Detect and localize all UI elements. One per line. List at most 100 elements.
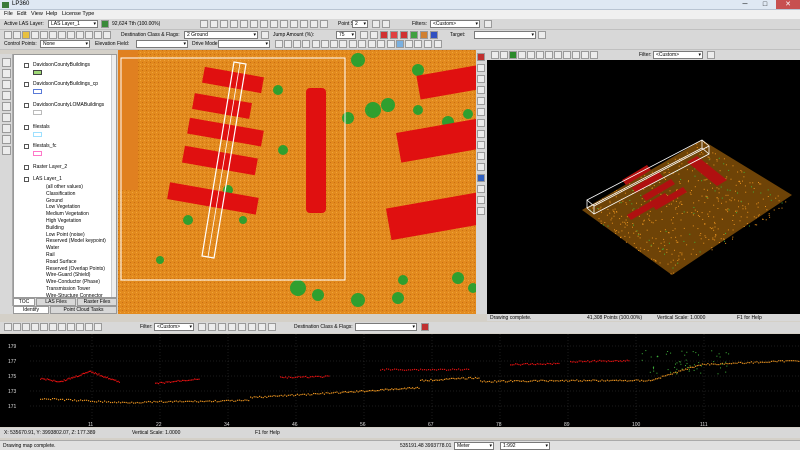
menu-file[interactable]: File bbox=[4, 11, 13, 17]
toc-class-item[interactable]: Medium Vegetation bbox=[46, 211, 89, 217]
minimize-button[interactable]: ─ bbox=[735, 0, 755, 9]
profile-icon[interactable] bbox=[76, 31, 84, 39]
erase-icon[interactable] bbox=[40, 31, 48, 39]
layers-icon[interactable] bbox=[405, 40, 413, 48]
redo-icon[interactable] bbox=[94, 31, 102, 39]
profile-tool-icon[interactable] bbox=[40, 323, 48, 331]
undo-icon[interactable] bbox=[85, 31, 93, 39]
profile-tool-icon[interactable] bbox=[218, 323, 226, 331]
toc-class-item[interactable]: Classification bbox=[46, 191, 75, 197]
measure-icon[interactable] bbox=[103, 31, 111, 39]
side-tool-icon[interactable] bbox=[477, 119, 485, 127]
tab-identify[interactable]: Identify bbox=[13, 306, 49, 314]
settings-icon[interactable] bbox=[414, 40, 422, 48]
3d-light-icon[interactable] bbox=[590, 51, 598, 59]
3d-view-icon[interactable] bbox=[545, 51, 553, 59]
side-tool-icon[interactable] bbox=[477, 97, 485, 105]
3d-filter-select[interactable]: <Custom> bbox=[653, 51, 703, 59]
units-select[interactable]: Meter bbox=[454, 442, 494, 450]
3d-size-icon[interactable] bbox=[581, 51, 589, 59]
3d-filter-edit-icon[interactable] bbox=[707, 51, 715, 59]
side-tool-icon[interactable] bbox=[477, 185, 485, 193]
menu-edit[interactable]: Edit bbox=[17, 11, 26, 17]
maximize-button[interactable]: □ bbox=[755, 0, 775, 9]
filters-select[interactable]: <Custom> bbox=[430, 20, 480, 28]
rotate-icon[interactable] bbox=[368, 40, 376, 48]
profile-tool-icon[interactable] bbox=[85, 323, 93, 331]
image-icon[interactable] bbox=[240, 20, 248, 28]
side-tool-icon[interactable] bbox=[477, 86, 485, 94]
profile-view[interactable]: 179 177 175 173 171 11 22 34 46 56 67 78 89 100 111 bbox=[0, 334, 800, 427]
zoom-icon[interactable] bbox=[200, 20, 208, 28]
toc-checkbox-checked[interactable] bbox=[24, 177, 29, 182]
tab-point-cloud-tasks[interactable]: Point Cloud Tasks bbox=[50, 306, 117, 314]
scale-select[interactable]: 1:992 bbox=[500, 442, 550, 450]
toc-class-item[interactable]: Water bbox=[46, 245, 59, 251]
toc-class-item[interactable]: Transmission Tower bbox=[46, 286, 90, 292]
filter-a-icon[interactable] bbox=[372, 20, 380, 28]
active-las-select[interactable]: LAS Layer_1 bbox=[48, 20, 98, 28]
toc-class-item[interactable]: Building bbox=[46, 225, 64, 231]
pan-tool-icon[interactable] bbox=[2, 80, 11, 89]
side-tool-icon[interactable] bbox=[477, 141, 485, 149]
profile-tool-icon[interactable] bbox=[4, 323, 12, 331]
fence-icon[interactable] bbox=[67, 31, 75, 39]
drive-mode-select[interactable] bbox=[218, 40, 270, 48]
toc-class-item[interactable]: Reserved (Overlap Points) bbox=[46, 266, 105, 272]
cube-icon[interactable] bbox=[230, 20, 238, 28]
3d-rotate-icon[interactable] bbox=[500, 51, 508, 59]
select-icon[interactable] bbox=[13, 31, 21, 39]
forward-extent-icon[interactable] bbox=[2, 113, 11, 122]
3d-view[interactable] bbox=[487, 60, 800, 314]
3d-fit-icon[interactable] bbox=[536, 51, 544, 59]
print-icon[interactable] bbox=[434, 40, 442, 48]
grid-icon[interactable] bbox=[220, 20, 228, 28]
pan-icon[interactable] bbox=[210, 20, 218, 28]
lasso-icon[interactable] bbox=[49, 31, 57, 39]
profile-tool-icon[interactable] bbox=[13, 323, 21, 331]
toc-class-item[interactable]: Wire-Conductor (Phase) bbox=[46, 279, 100, 285]
control-points-select[interactable]: None bbox=[40, 40, 90, 48]
elevation-field-select[interactable] bbox=[136, 40, 188, 48]
class-veg-icon[interactable] bbox=[410, 31, 418, 39]
building-icon[interactable] bbox=[380, 31, 388, 39]
toc-class-item[interactable]: Road Surface bbox=[46, 259, 77, 265]
side-tool-icon[interactable] bbox=[477, 207, 485, 215]
identify-tool-icon[interactable] bbox=[2, 124, 11, 133]
toc-checkbox[interactable] bbox=[24, 125, 29, 130]
toc-scrollbar[interactable] bbox=[111, 55, 116, 297]
rgb-icon[interactable] bbox=[320, 20, 328, 28]
layer-icon[interactable] bbox=[101, 20, 109, 28]
target-lock-icon[interactable] bbox=[538, 31, 546, 39]
profile-tool-icon[interactable] bbox=[248, 323, 256, 331]
3d-select-icon[interactable] bbox=[491, 51, 499, 59]
elevation-icon[interactable] bbox=[300, 20, 308, 28]
toc-class-item[interactable]: Low Point (noise) bbox=[46, 232, 85, 238]
side-tool-icon[interactable] bbox=[477, 75, 485, 83]
profile-tool-icon[interactable] bbox=[258, 323, 266, 331]
snap-icon[interactable] bbox=[360, 31, 368, 39]
3d-pan-icon[interactable] bbox=[518, 51, 526, 59]
toc-checkbox[interactable] bbox=[24, 165, 29, 170]
zoom-in-icon[interactable] bbox=[349, 40, 357, 48]
profile-tool-icon[interactable] bbox=[58, 323, 66, 331]
side-tool-icon[interactable] bbox=[477, 108, 485, 116]
nav-left-icon[interactable] bbox=[330, 40, 338, 48]
measure-tool-icon[interactable] bbox=[2, 146, 11, 155]
contour-icon[interactable] bbox=[260, 20, 268, 28]
toc-class-item[interactable]: Reserved (Model keypoint) bbox=[46, 238, 106, 244]
zoom-out-icon[interactable] bbox=[358, 40, 366, 48]
side-tool-icon[interactable] bbox=[477, 174, 485, 182]
profile-class-icon[interactable] bbox=[421, 323, 429, 331]
3d-color-icon[interactable] bbox=[509, 51, 517, 59]
toc-checkbox[interactable] bbox=[24, 144, 29, 149]
toc-checkbox[interactable] bbox=[24, 82, 29, 87]
class-building-icon[interactable] bbox=[400, 31, 408, 39]
nav-up-icon[interactable] bbox=[312, 40, 320, 48]
zoom-in-tool-icon[interactable] bbox=[2, 58, 11, 67]
profile-tool-icon[interactable] bbox=[94, 323, 102, 331]
profile-tool-icon[interactable] bbox=[76, 323, 84, 331]
globe-icon[interactable] bbox=[396, 40, 404, 48]
zoom-out-tool-icon[interactable] bbox=[2, 69, 11, 78]
nav-first-icon[interactable] bbox=[275, 40, 283, 48]
